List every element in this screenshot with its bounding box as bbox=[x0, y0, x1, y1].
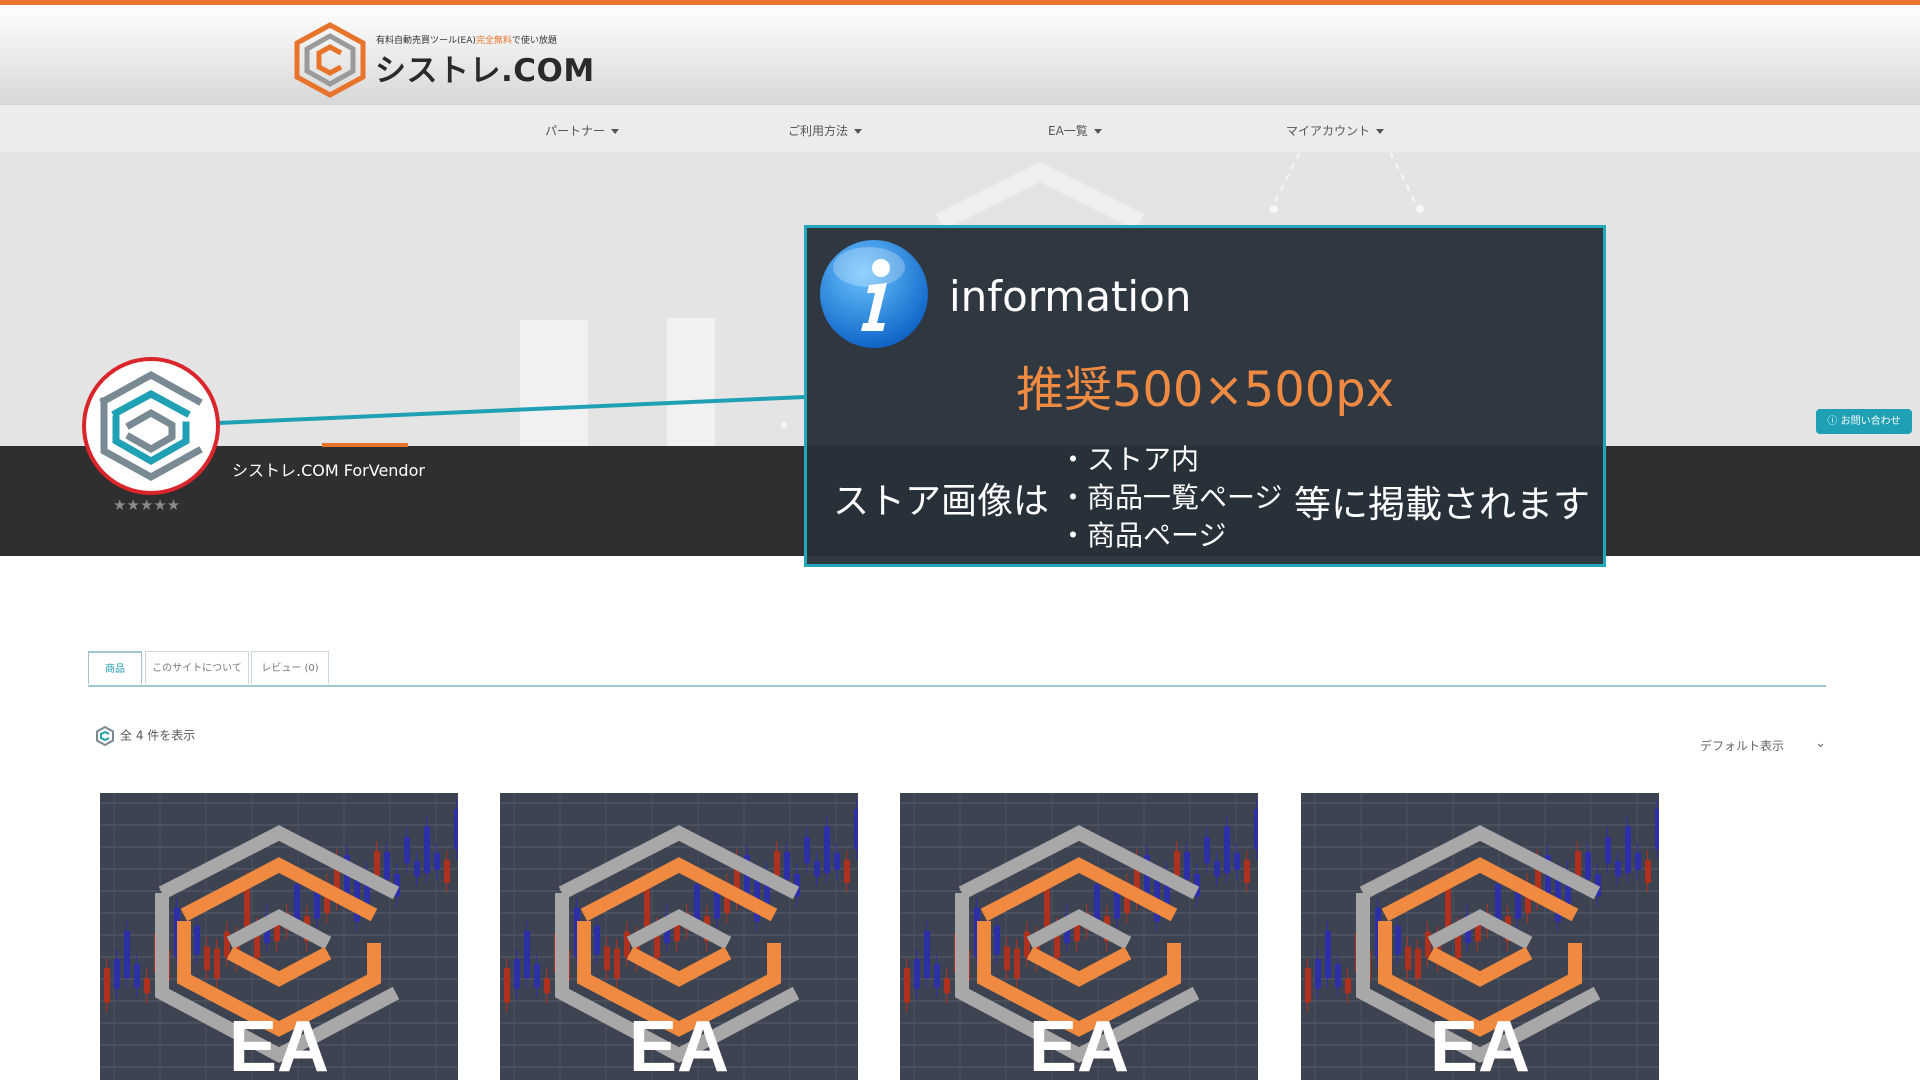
nav-item-my-account[interactable]: マイアカウント bbox=[1286, 122, 1385, 139]
product-thumbnail: EA bbox=[500, 793, 858, 1080]
vendor-name: シストレ.COM ForVendor bbox=[232, 461, 425, 480]
info-title: information bbox=[949, 272, 1192, 321]
information-panel: information 推奨500×500px ストア画像は ・ストア内 ・商品… bbox=[804, 225, 1606, 567]
sort-select[interactable]: デフォルト表示 ⌄ bbox=[1700, 736, 1826, 754]
tab-about[interactable]: このサイトについて bbox=[145, 651, 249, 684]
product-thumbnail: EA bbox=[900, 793, 1258, 1080]
product-card[interactable]: EA bbox=[1301, 793, 1659, 1080]
product-thumbnail: EA bbox=[1301, 793, 1659, 1080]
info-lead-text: ストア画像は bbox=[833, 481, 1050, 522]
list-item: ・ストア内 bbox=[1059, 443, 1200, 476]
nav-item-how-to-use[interactable]: ご利用方法 bbox=[788, 122, 863, 139]
info-bullet-list: ・ストア内 ・商品一覧ページ ・商品ページ bbox=[1059, 441, 1282, 555]
site-logo[interactable]: 有料自動売買ツール(EA)完全無料で使い放題 シストレ.COM bbox=[293, 15, 595, 101]
logo-icon bbox=[294, 22, 366, 98]
caret-down-icon bbox=[854, 129, 863, 134]
list-item: ・商品一覧ページ bbox=[1059, 481, 1283, 514]
site-header: 有料自動売買ツール(EA)完全無料で使い放題 シストレ.COM bbox=[0, 5, 1920, 105]
product-badge: EA bbox=[1029, 1007, 1129, 1080]
info-icon bbox=[820, 240, 928, 348]
logo-text: シストレ.COM bbox=[375, 53, 595, 89]
info-tail-text: 等に掲載されます bbox=[1294, 483, 1590, 526]
banner-accent bbox=[322, 443, 408, 447]
result-count: 全 4 件を表示 bbox=[96, 725, 195, 747]
product-card[interactable]: EA bbox=[900, 793, 1258, 1080]
caret-down-icon bbox=[611, 129, 620, 134]
list-item: ・商品ページ bbox=[1059, 519, 1227, 552]
store-tabs: 商品 このサイトについて レビュー (0) bbox=[88, 651, 1826, 687]
caret-down-icon bbox=[1376, 129, 1385, 134]
rating-stars: ★★★★★ bbox=[113, 496, 181, 514]
product-card[interactable]: EA bbox=[100, 793, 458, 1080]
contact-button[interactable]: ⓘ お問い合わせ bbox=[1816, 409, 1912, 434]
store-avatar bbox=[82, 357, 220, 495]
caret-down-icon bbox=[1093, 129, 1102, 134]
store-mini-logo-icon bbox=[96, 725, 114, 747]
product-badge: EA bbox=[1430, 1007, 1530, 1080]
chevron-down-icon: ⌄ bbox=[1815, 736, 1826, 751]
product-badge: EA bbox=[229, 1007, 329, 1080]
tab-reviews[interactable]: レビュー (0) bbox=[251, 651, 329, 684]
tab-products[interactable]: 商品 bbox=[88, 651, 142, 684]
recommended-size: 推奨500×500px bbox=[1015, 362, 1395, 418]
product-thumbnail: EA bbox=[100, 793, 458, 1080]
main-nav: パートナー ご利用方法 EA一覧 マイアカウント bbox=[0, 105, 1920, 153]
product-badge: EA bbox=[629, 1007, 729, 1080]
nav-item-ea-list[interactable]: EA一覧 bbox=[1048, 122, 1102, 139]
nav-item-partner[interactable]: パートナー bbox=[545, 122, 620, 139]
store-logo-icon bbox=[99, 371, 203, 481]
help-icon: ⓘ bbox=[1827, 416, 1841, 427]
product-card[interactable]: EA bbox=[500, 793, 858, 1080]
